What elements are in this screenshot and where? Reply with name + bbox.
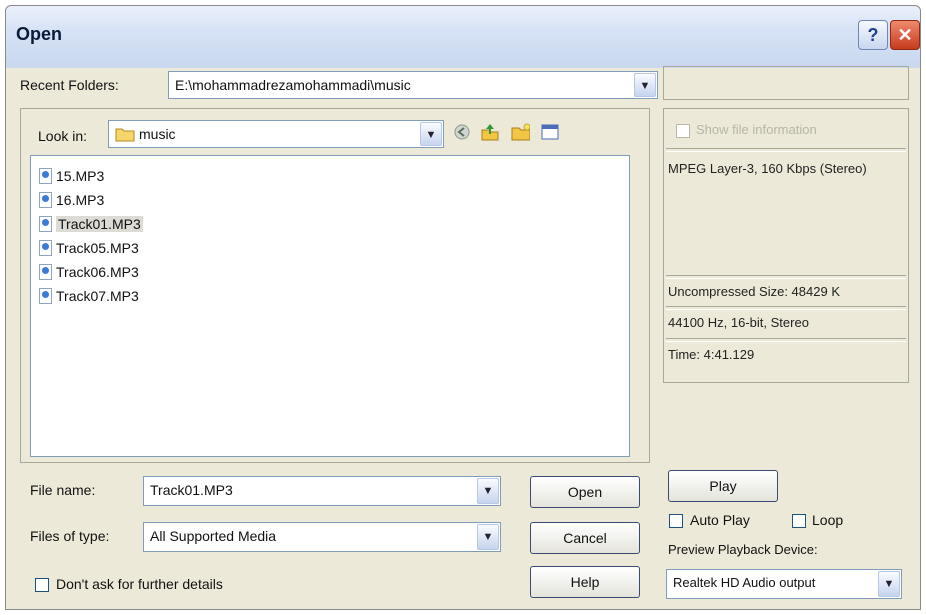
dont-ask-label: Don't ask for further details xyxy=(56,576,223,592)
file-name-label: File name: xyxy=(30,482,96,498)
file-name-dropdown-arrow-icon[interactable]: ▼ xyxy=(477,478,499,504)
rate-info: 44100 Hz, 16-bit, Stereo xyxy=(668,315,809,330)
look-in-value: music xyxy=(139,126,176,142)
uncompressed-size-info: Uncompressed Size: 48429 K xyxy=(668,284,840,299)
files-of-type-label: Files of type: xyxy=(30,528,110,544)
loop-checkbox[interactable] xyxy=(792,514,806,528)
views-menu-icon[interactable] xyxy=(540,122,560,142)
auto-play-checkbox[interactable] xyxy=(669,514,683,528)
cancel-button[interactable]: Cancel xyxy=(530,522,640,554)
file-name: Track06.MP3 xyxy=(56,264,139,280)
recent-folders-value: E:\mohammadrezamohammadi\music xyxy=(175,77,411,93)
help-button[interactable]: Help xyxy=(530,566,640,598)
recent-folders-right-area xyxy=(663,66,909,100)
files-of-type-combobox[interactable]: All Supported Media ▼ xyxy=(143,522,501,552)
file-name: Track07.MP3 xyxy=(56,288,139,304)
preview-device-combobox[interactable]: Realtek HD Audio output ▼ xyxy=(666,569,902,599)
info-divider xyxy=(666,338,906,342)
back-icon[interactable] xyxy=(452,122,472,142)
time-info: Time: 4:41.129 xyxy=(668,347,755,362)
play-button[interactable]: Play xyxy=(668,470,778,502)
look-in-dropdown-arrow-icon[interactable]: ▼ xyxy=(420,122,442,146)
close-icon: ✕ xyxy=(897,25,913,45)
title-bar[interactable]: Open ? ✕ xyxy=(6,6,920,68)
files-of-type-value: All Supported Media xyxy=(150,528,277,544)
recent-folders-dropdown-arrow-icon[interactable]: ▼ xyxy=(634,73,656,97)
preview-device-label: Preview Playback Device: xyxy=(668,542,818,557)
mp3-file-icon xyxy=(39,216,52,232)
info-divider xyxy=(666,275,906,279)
file-list[interactable]: 15.MP3 16.MP3 Track01.MP3 Track05.MP3 Tr… xyxy=(30,155,630,457)
file-name: Track05.MP3 xyxy=(56,240,139,256)
open-button[interactable]: Open xyxy=(530,476,640,508)
info-divider xyxy=(666,148,906,152)
file-name: 15.MP3 xyxy=(56,168,105,184)
look-in-combobox[interactable]: music ▼ xyxy=(108,120,444,148)
list-item[interactable]: 15.MP3 xyxy=(39,164,104,188)
help-title-button[interactable]: ? xyxy=(858,20,888,50)
show-file-info-label: Show file information xyxy=(696,122,817,137)
mp3-file-icon xyxy=(39,240,52,256)
file-name-value: Track01.MP3 xyxy=(150,482,233,498)
list-item[interactable]: Track05.MP3 xyxy=(39,236,139,260)
preview-device-dropdown-arrow-icon[interactable]: ▼ xyxy=(878,571,900,597)
mp3-file-icon xyxy=(39,168,52,184)
format-info: MPEG Layer-3, 160 Kbps (Stereo) xyxy=(668,161,867,176)
info-divider xyxy=(666,306,906,310)
mp3-file-icon xyxy=(39,192,52,208)
window-title: Open xyxy=(16,24,63,44)
close-button[interactable]: ✕ xyxy=(890,20,920,50)
auto-play-label: Auto Play xyxy=(690,512,750,528)
folder-icon xyxy=(115,128,135,142)
files-of-type-dropdown-arrow-icon[interactable]: ▼ xyxy=(477,524,499,550)
list-item[interactable]: Track07.MP3 xyxy=(39,284,139,308)
loop-label: Loop xyxy=(812,512,844,528)
new-folder-icon[interactable] xyxy=(510,122,530,142)
recent-folders-label: Recent Folders: xyxy=(20,77,119,93)
show-file-info-checkbox[interactable] xyxy=(676,124,690,138)
mp3-file-icon xyxy=(39,288,52,304)
list-item[interactable]: Track06.MP3 xyxy=(39,260,139,284)
file-name: 16.MP3 xyxy=(56,192,105,208)
recent-folders-combobox[interactable]: E:\mohammadrezamohammadi\music ▼ xyxy=(168,71,658,99)
file-name-combobox[interactable]: Track01.MP3 ▼ xyxy=(143,476,501,506)
dont-ask-checkbox[interactable] xyxy=(35,578,49,592)
list-item-selected[interactable]: Track01.MP3 xyxy=(39,212,143,236)
up-folder-icon[interactable] xyxy=(480,122,500,142)
question-icon: ? xyxy=(867,25,879,45)
look-in-label: Look in: xyxy=(38,128,88,144)
file-name: Track01.MP3 xyxy=(56,216,143,232)
list-item[interactable]: 16.MP3 xyxy=(39,188,104,212)
preview-device-value: Realtek HD Audio output xyxy=(673,575,816,590)
mp3-file-icon xyxy=(39,264,52,280)
